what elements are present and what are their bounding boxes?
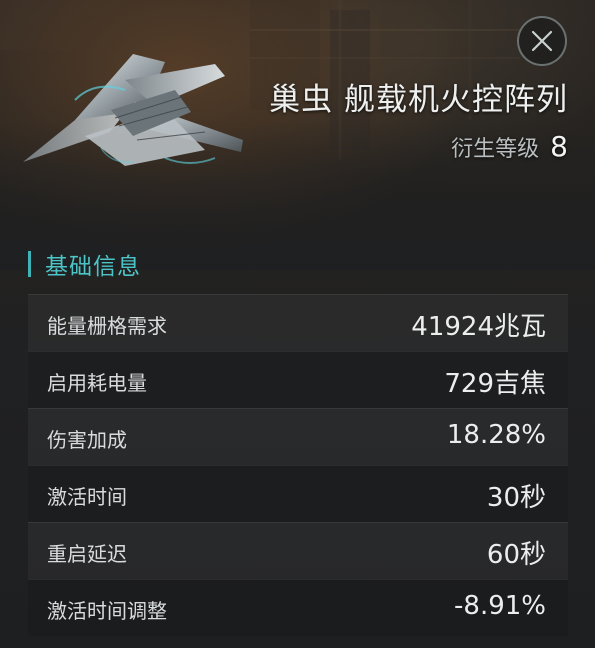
stat-label: 伤害加成 xyxy=(47,428,127,452)
tier-row: 衍生等级 8 xyxy=(451,130,568,163)
stat-value: 41924兆瓦 xyxy=(411,312,546,342)
stat-label: 启用耗电量 xyxy=(47,371,147,395)
stat-value: 30秒 xyxy=(486,483,546,513)
stat-label: 能量栅格需求 xyxy=(47,314,167,338)
stats-table: 能量栅格需求 41924兆瓦 启用耗电量 729吉焦 伤害加成 18.28% 激… xyxy=(28,294,568,636)
stat-row: 能量栅格需求 41924兆瓦 xyxy=(28,294,568,351)
tier-label: 衍生等级 xyxy=(451,137,540,162)
stat-label: 重启延迟 xyxy=(47,542,127,566)
stat-label: 激活时间调整 xyxy=(47,599,167,623)
stat-row: 激活时间 30秒 xyxy=(28,465,568,522)
stat-value: 60秒 xyxy=(486,540,546,570)
ship-thumbnail xyxy=(23,54,243,166)
stat-row: 重启延迟 60秒 xyxy=(28,522,568,579)
item-info-panel: 巢虫 舰载机火控阵列 衍生等级 8 基础信息 能量栅格需求 41924兆瓦 启用… xyxy=(0,0,595,648)
stat-value: -8.91% xyxy=(454,591,546,621)
stat-row: 伤害加成 18.28% xyxy=(28,408,568,465)
tier-value: 8 xyxy=(550,130,568,163)
stat-row: 启用耗电量 729吉焦 xyxy=(28,351,568,408)
stat-value: 18.28% xyxy=(446,420,546,450)
stat-row: 激活时间调整 -8.91% xyxy=(28,579,568,636)
close-icon xyxy=(531,30,553,52)
section-accent-bar xyxy=(28,251,31,277)
stat-label: 激活时间 xyxy=(47,485,127,509)
section-title: 基础信息 xyxy=(45,254,141,280)
stat-value: 729吉焦 xyxy=(444,369,546,399)
section-header[interactable]: 基础信息 xyxy=(28,248,141,280)
item-title: 巢虫 舰载机火控阵列 xyxy=(269,82,568,118)
close-button[interactable] xyxy=(517,16,567,66)
